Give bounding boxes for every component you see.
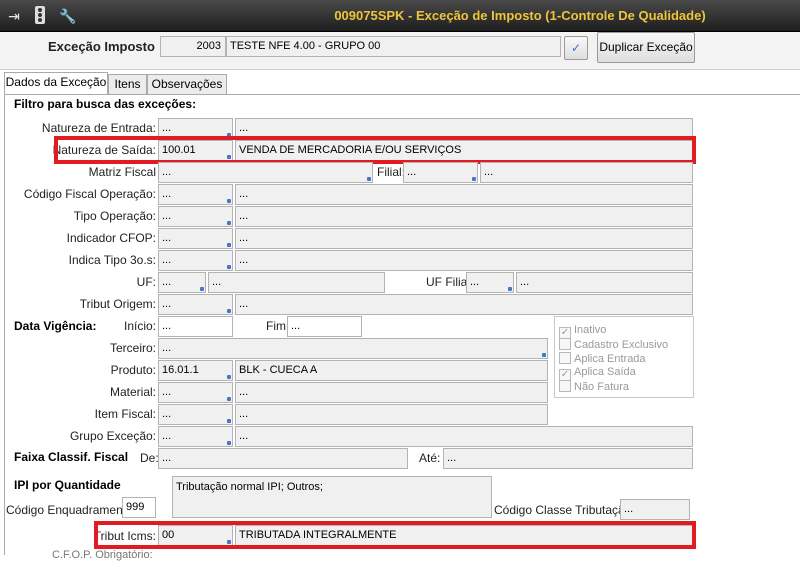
cfo-code[interactable]: ... [158, 184, 233, 205]
highlight-natureza-saida [54, 136, 696, 164]
checkbox-nao-fatura[interactable]: Não Fatura [559, 380, 629, 393]
indica-tipo-code[interactable]: ... [158, 250, 233, 271]
material-label: Material: [109, 385, 156, 399]
grupo-excecao-label: Grupo Exceção: [69, 429, 156, 443]
material-code[interactable]: ... [158, 382, 233, 403]
classe-tributacao-field[interactable]: ... [620, 499, 690, 520]
inicio-field[interactable]: ... [158, 316, 233, 337]
ipi-section-title: IPI por Quantidade [14, 478, 121, 492]
checkbox-inativo[interactable]: ✓ Inativo [559, 324, 606, 339]
checkbox-aplica-saida[interactable]: ✓ Aplica Saída [559, 366, 636, 381]
indicador-cfop-code[interactable]: ... [158, 228, 233, 249]
tipo-operacao-desc[interactable]: ... [235, 206, 693, 227]
grupo-excecao-code[interactable]: ... [158, 426, 233, 447]
matriz-fiscal-field[interactable]: ... [158, 162, 373, 183]
item-fiscal-desc[interactable]: ... [235, 404, 548, 425]
uf-filial-label: UF Filial [426, 275, 470, 289]
enquadramento-label: Código Enquadramento [6, 503, 133, 517]
item-fiscal-label: Item Fiscal: [94, 407, 156, 421]
filial-desc[interactable]: ... [480, 162, 693, 183]
item-fiscal-code[interactable]: ... [158, 404, 233, 425]
indica-tipo-label: Indica Tipo 3o.s: [68, 253, 156, 267]
traffic-light-icon[interactable] [30, 6, 50, 26]
tributo-origem-label: Tribut Origem: [79, 297, 156, 311]
produto-desc[interactable]: BLK - CUECA A [235, 360, 548, 381]
header-code-field[interactable]: 2003 [160, 36, 226, 57]
tab-dados-excecao[interactable]: Dados da Exceção [4, 72, 108, 95]
tab-itens[interactable]: Itens [108, 74, 147, 95]
tipo-operacao-label: Tipo Operação: [73, 209, 156, 223]
cfop-obrigatorio-label: C.F.O.P. Obrigatório: [52, 549, 153, 561]
uf-desc[interactable]: ... [208, 272, 385, 293]
tab-observacoes[interactable]: Observações [147, 74, 227, 95]
checkbox-aplica-entrada[interactable]: Aplica Entrada [559, 352, 646, 365]
highlight-tributo-icms [94, 521, 696, 549]
header-description-field[interactable]: TESTE NFE 4.00 - GRUPO 00 [226, 36, 561, 57]
classe-tributacao-label: Código Classe Tributação [494, 503, 632, 517]
tipo-operacao-code[interactable]: ... [158, 206, 233, 227]
faixa-de-label: De: [140, 451, 159, 465]
tributo-origem-code[interactable]: ... [158, 294, 233, 315]
produto-label: Produto: [110, 363, 156, 377]
produto-code[interactable]: 16.01.1 [158, 360, 233, 381]
indicador-cfop-desc[interactable]: ... [235, 228, 693, 249]
window-title: 009075SPK - Exceção de Imposto (1-Contro… [334, 8, 706, 23]
faixa-ate-label: Até: [419, 451, 441, 465]
grupo-excecao-desc[interactable]: ... [235, 426, 693, 447]
fim-label: Fim [266, 319, 286, 333]
wrench-icon[interactable]: 🔧 [58, 6, 78, 26]
material-desc[interactable]: ... [235, 382, 548, 403]
terceiro-label: Terceiro: [109, 341, 156, 355]
tributacao-ipi-textarea[interactable]: Tributação normal IPI; Outros; [172, 476, 492, 518]
fim-field[interactable]: ... [287, 316, 362, 337]
inicio-label: Início: [123, 319, 156, 333]
terceiro-field[interactable]: ... [158, 338, 548, 359]
tributo-origem-desc[interactable]: ... [235, 294, 693, 315]
confirm-button[interactable]: ✓ [564, 36, 588, 60]
cfo-label: Código Fiscal Operação: [23, 187, 156, 201]
uf-filial-desc[interactable]: ... [516, 272, 693, 293]
header-label: Exceção Imposto [48, 39, 155, 54]
title-bar: ⇥ 🔧 009075SPK - Exceção de Imposto (1-Co… [0, 0, 800, 32]
header-bar: Exceção Imposto 2003 TESTE NFE 4.00 - GR… [0, 32, 800, 70]
matriz-fiscal-label: Matriz Fiscal [88, 165, 156, 179]
faixa-ate-field[interactable]: ... [443, 448, 693, 469]
filial-code[interactable]: ... [403, 162, 478, 183]
faixa-section-title: Faixa Classif. Fiscal [14, 450, 129, 464]
faixa-de-field[interactable]: ... [158, 448, 408, 469]
tab-bar: Dados da Exceção Itens Observações [0, 70, 800, 95]
checkbox-cadastro-exclusivo[interactable]: Cadastro Exclusivo [559, 338, 668, 351]
exit-icon[interactable]: ⇥ [4, 6, 24, 26]
cfo-desc[interactable]: ... [235, 184, 693, 205]
filter-section-title: Filtro para busca das exceções: [14, 97, 197, 111]
natureza-entrada-label: Natureza de Entrada: [41, 121, 156, 135]
indica-tipo-desc[interactable]: ... [235, 250, 693, 271]
filial-label: Filial: [377, 165, 406, 179]
uf-label: UF: [136, 275, 156, 289]
vigencia-section-title: Data Vigência: [14, 319, 97, 333]
enquadramento-field[interactable]: 999 [122, 497, 156, 518]
uf-filial-code[interactable]: ... [466, 272, 514, 293]
duplicate-exception-button[interactable]: Duplicar Exceção [597, 32, 695, 63]
indicador-cfop-label: Indicador CFOP: [66, 231, 156, 245]
uf-code[interactable]: ... [158, 272, 206, 293]
